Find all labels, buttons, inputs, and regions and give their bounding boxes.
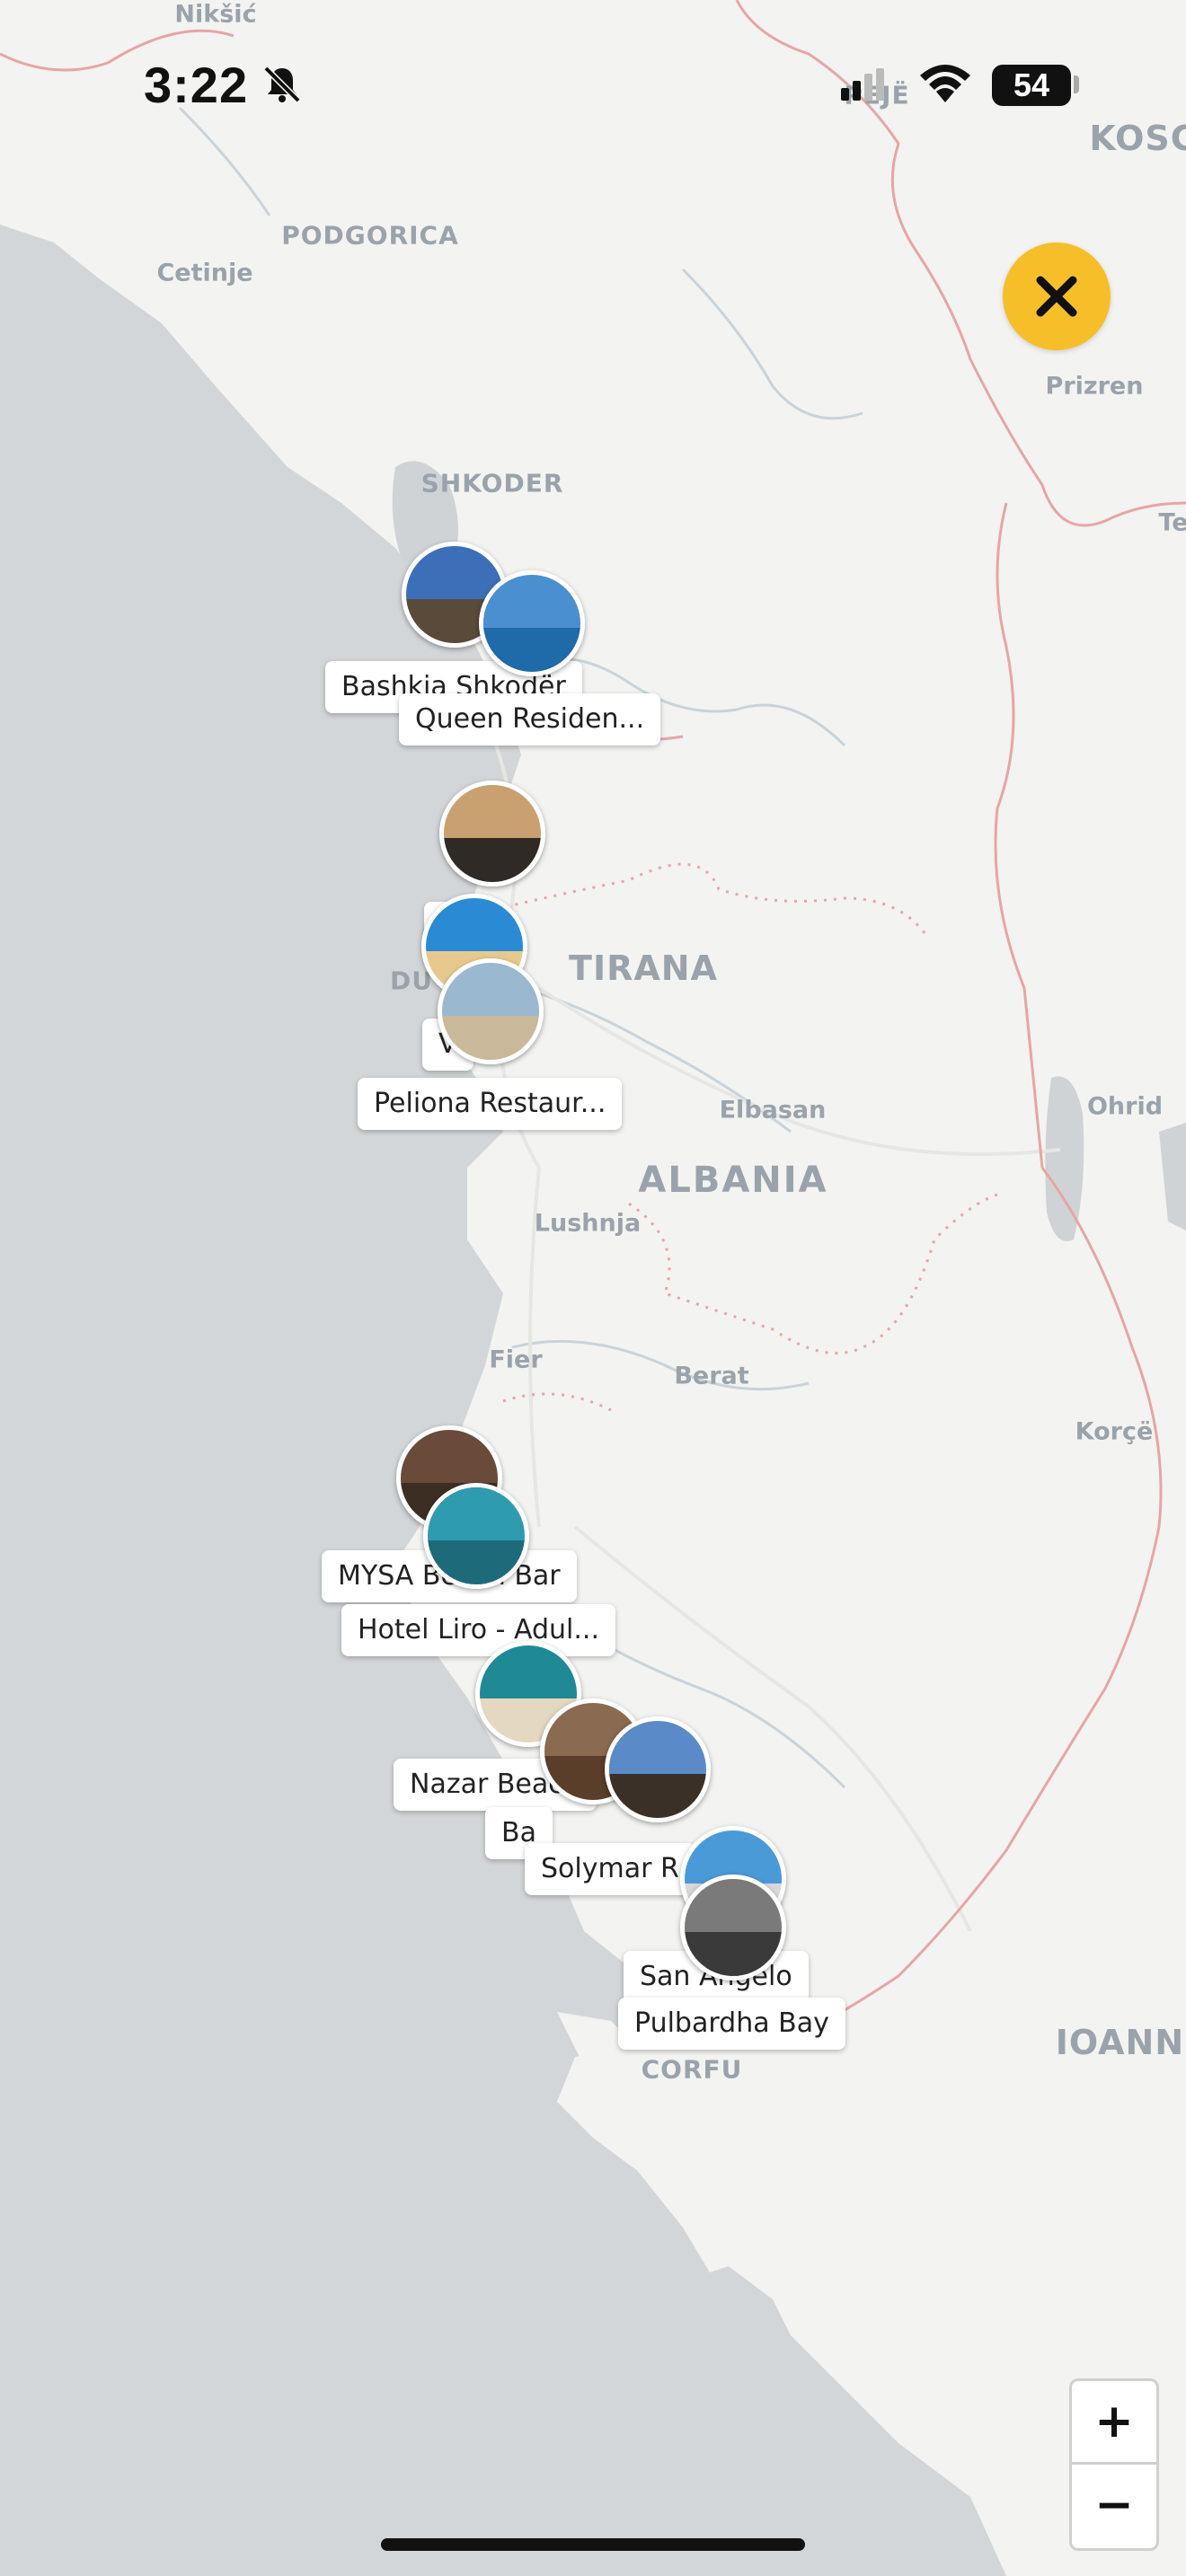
- marker-photo-bottom: [442, 1016, 539, 1060]
- map-label: IOANNI: [1055, 2023, 1186, 2062]
- place-photo-marker[interactable]: [680, 1875, 786, 1981]
- zoom-controls: + −: [1069, 2378, 1159, 2551]
- map-label: Korçë: [1075, 1417, 1154, 1446]
- map-label: ALBANIA: [638, 1160, 828, 1201]
- marker-photo-bottom: [483, 628, 580, 672]
- marker-photo-bottom: [685, 1932, 782, 1976]
- cellular-signal-icon: [841, 68, 884, 101]
- map-label: Te: [1158, 508, 1186, 537]
- battery-indicator: 54: [992, 65, 1071, 106]
- map-label: CORFU: [641, 2054, 743, 2085]
- close-button[interactable]: [1003, 243, 1111, 350]
- place-photo-marker[interactable]: [423, 1483, 529, 1589]
- marker-photo-bottom: [609, 1774, 706, 1818]
- marker-photo-top: [609, 1721, 706, 1775]
- map-label: PODGORICA: [281, 220, 459, 251]
- map[interactable]: [0, 0, 1186, 2576]
- map-label: Lushnja: [534, 1209, 642, 1238]
- marker-photo-top: [401, 1430, 498, 1484]
- map-label: Fier: [489, 1345, 543, 1374]
- marker-photo-bottom: [428, 1540, 525, 1584]
- map-label: Prizren: [1045, 372, 1144, 401]
- bell-slash-icon: [263, 66, 301, 103]
- place-label[interactable]: Peliona Restaur...: [358, 1078, 623, 1130]
- battery-tip: [1074, 75, 1079, 93]
- marker-photo-top: [426, 898, 523, 952]
- map-label: Berat: [674, 1362, 749, 1390]
- zoom-out-button[interactable]: −: [1072, 2465, 1156, 2545]
- marker-photo-top: [428, 1487, 525, 1541]
- home-indicator: [381, 2538, 805, 2551]
- map-label: TIRANA: [569, 948, 718, 988]
- place-photo-marker[interactable]: [438, 958, 544, 1064]
- place-photo-marker[interactable]: [605, 1716, 711, 1822]
- marker-photo-top: [480, 1645, 577, 1699]
- place-photo-marker[interactable]: [479, 570, 585, 676]
- status-time: 3:22: [144, 57, 249, 113]
- map-label: SHKODER: [420, 468, 564, 498]
- place-label[interactable]: Pulbardha Bay: [618, 1998, 845, 2050]
- map-label: Elbasan: [719, 1096, 827, 1125]
- place-label[interactable]: Solymar R: [525, 1843, 695, 1895]
- zoom-in-button[interactable]: +: [1072, 2381, 1156, 2462]
- map-label: Ohrid: [1086, 1092, 1164, 1121]
- marker-photo-top: [444, 785, 541, 839]
- place-photo-marker[interactable]: [439, 781, 545, 887]
- wifi-icon: [920, 65, 970, 102]
- marker-photo-top: [685, 1879, 782, 1933]
- map-label: Cetinje: [156, 259, 253, 287]
- marker-photo-top: [483, 575, 580, 629]
- place-label[interactable]: Queen Residen...: [399, 693, 661, 745]
- close-icon: [1036, 276, 1077, 317]
- marker-photo-bottom: [444, 838, 541, 882]
- status-bar: 3:22 54: [0, 0, 1186, 126]
- marker-photo-top: [442, 963, 539, 1017]
